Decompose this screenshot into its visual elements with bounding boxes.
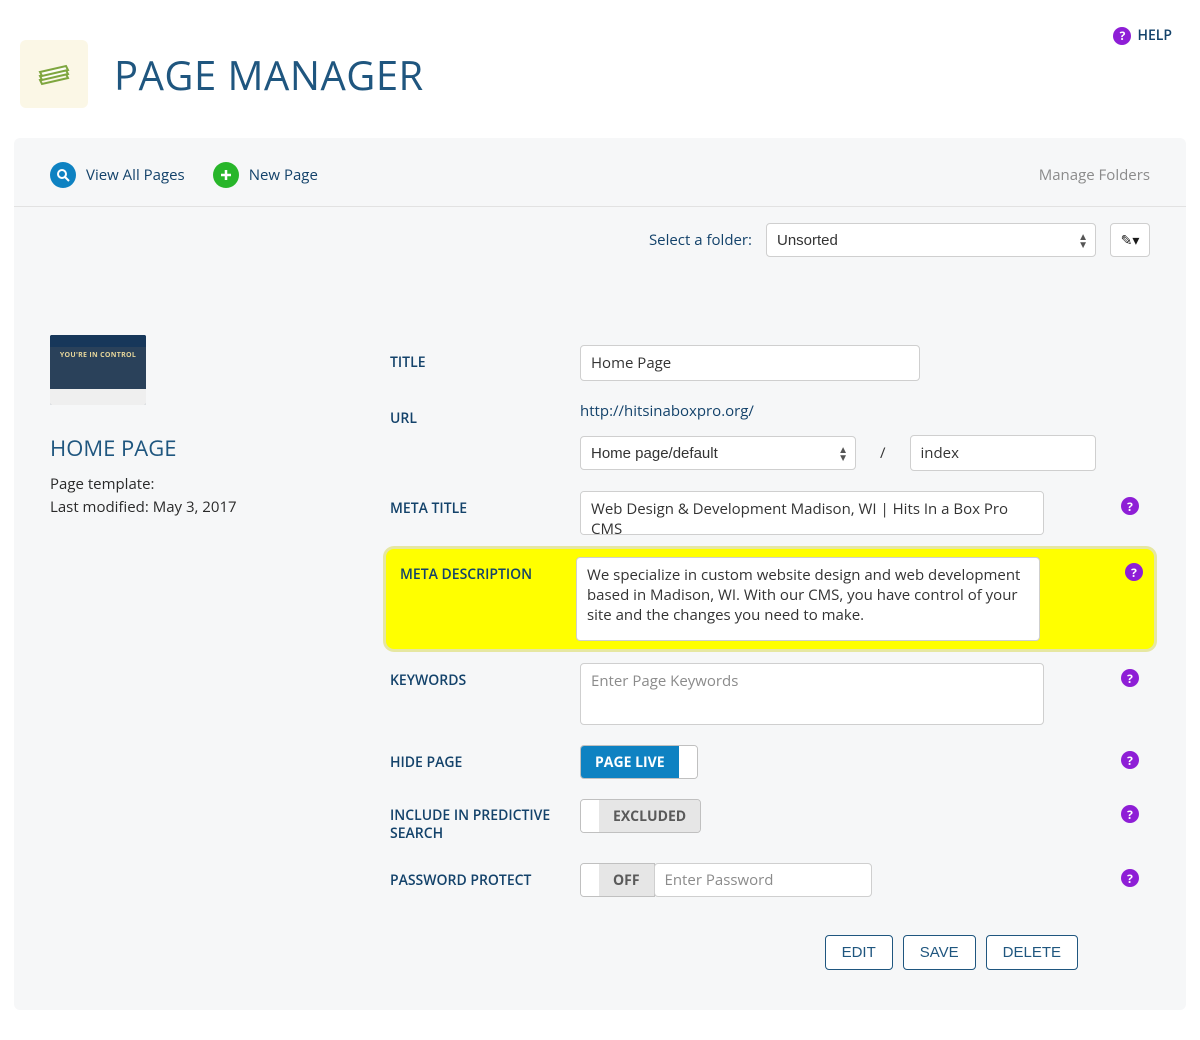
meta-description-highlight: META DESCRIPTION We specialize in custom… (386, 549, 1154, 649)
keywords-label: KEYWORDS (390, 663, 580, 690)
pencil-icon: ✎▾ (1121, 231, 1140, 250)
pages-icon (20, 40, 88, 108)
page-thumbnail[interactable]: YOU'RE IN CONTROL (50, 335, 146, 405)
main-panel: View All Pages New Page Manage Folders S… (14, 138, 1186, 1010)
delete-button[interactable]: DELETE (986, 935, 1078, 970)
sidebar-page-name: HOME PAGE (50, 433, 390, 463)
modified-label: Last modified: May 3, 2017 (50, 496, 390, 519)
toggle-knob (581, 864, 599, 896)
help-icon[interactable]: ? (1125, 563, 1143, 581)
password-toggle[interactable]: OFF (580, 863, 655, 897)
url-base: http://hitsinaboxpro.org/ (580, 401, 754, 421)
help-label: HELP (1137, 26, 1172, 45)
password-input[interactable] (654, 863, 872, 897)
footer-buttons: EDIT SAVE DELETE (390, 907, 1150, 970)
sidebar: YOU'RE IN CONTROL HOME PAGE Page templat… (50, 335, 390, 970)
search-icon (50, 162, 76, 188)
folder-select[interactable]: Unsorted (766, 223, 1096, 257)
folder-row: Select a folder: Unsorted ▲▼ ✎▾ (14, 207, 1186, 257)
hide-page-toggle[interactable]: PAGE LIVE (580, 745, 698, 779)
hide-page-label: HIDE PAGE (390, 745, 580, 772)
meta-desc-input[interactable]: We specialize in custom website design a… (576, 557, 1040, 641)
password-protect-label: PASSWORD PROTECT (390, 863, 580, 890)
help-icon[interactable]: ? (1121, 751, 1139, 769)
new-page-link[interactable]: New Page (213, 162, 318, 188)
url-path-select[interactable]: Home page/default (580, 436, 856, 470)
view-all-pages-link[interactable]: View All Pages (50, 162, 185, 188)
page-title: PAGE MANAGER (114, 47, 424, 102)
header: PAGE MANAGER (0, 0, 1200, 138)
help-link[interactable]: ? HELP (1113, 26, 1172, 45)
toggle-label: EXCLUDED (599, 800, 700, 832)
toggle-knob (679, 746, 697, 778)
toolbar: View All Pages New Page Manage Folders (14, 162, 1186, 207)
help-icon[interactable]: ? (1121, 497, 1139, 515)
view-all-label: View All Pages (86, 165, 185, 185)
title-label: TITLE (390, 345, 580, 372)
template-label: Page template: (50, 473, 390, 496)
toggle-label: OFF (599, 864, 654, 896)
url-file-input[interactable] (910, 435, 1096, 471)
url-slash: / (880, 443, 886, 463)
manage-folders-link[interactable]: Manage Folders (1039, 165, 1150, 185)
title-input[interactable] (580, 345, 920, 381)
new-page-label: New Page (249, 165, 318, 185)
help-icon: ? (1113, 27, 1131, 45)
toggle-label: PAGE LIVE (581, 746, 679, 778)
meta-desc-label: META DESCRIPTION (386, 557, 576, 584)
edit-folder-button[interactable]: ✎▾ (1110, 223, 1150, 257)
form: TITLE URL http://hitsinaboxpro.org/ Home… (390, 335, 1150, 970)
help-icon[interactable]: ? (1121, 805, 1139, 823)
plus-icon (213, 162, 239, 188)
meta-title-label: META TITLE (390, 491, 580, 518)
edit-button[interactable]: EDIT (825, 935, 893, 970)
keywords-input[interactable] (580, 663, 1044, 725)
help-icon[interactable]: ? (1121, 669, 1139, 687)
toggle-knob (581, 800, 599, 832)
help-icon[interactable]: ? (1121, 869, 1139, 887)
predictive-search-label: INCLUDE IN PREDICTIVE SEARCH (390, 799, 580, 843)
meta-title-input[interactable]: Web Design & Development Madison, WI | H… (580, 491, 1044, 535)
folder-label: Select a folder: (649, 230, 752, 250)
save-button[interactable]: SAVE (903, 935, 976, 970)
predictive-search-toggle[interactable]: EXCLUDED (580, 799, 701, 833)
url-label: URL (390, 401, 580, 428)
